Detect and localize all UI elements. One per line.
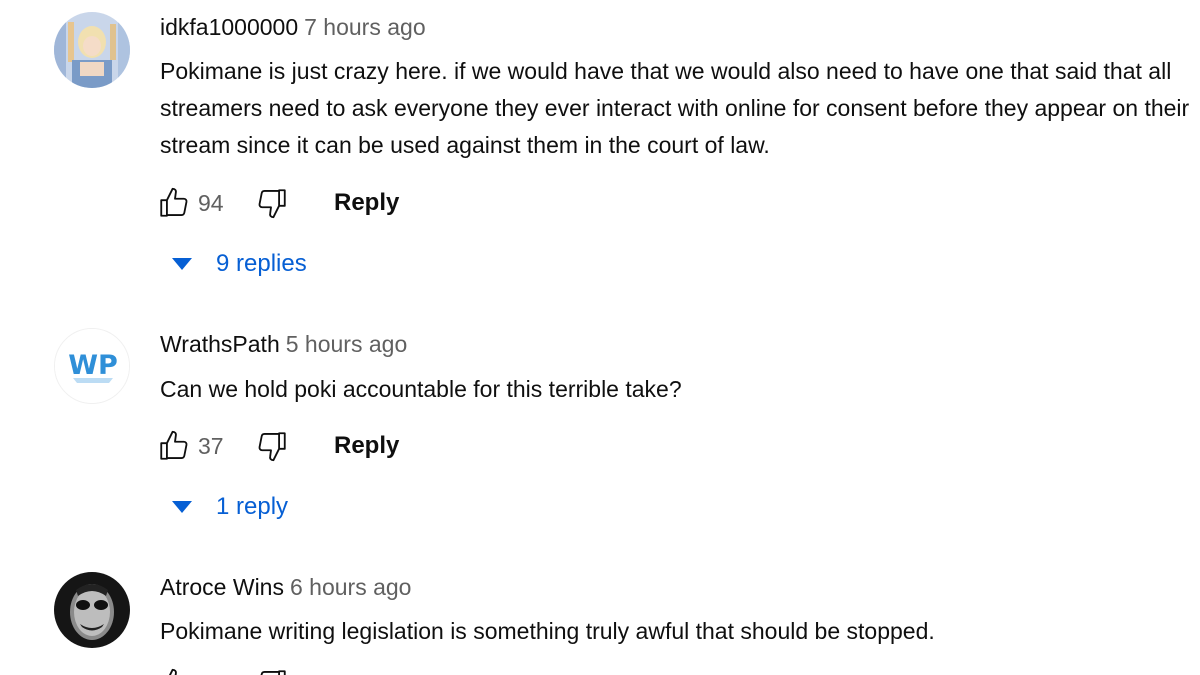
dark-face-avatar-icon [54, 572, 130, 648]
thumbs-down-icon[interactable] [252, 664, 292, 675]
comment-header: WrathsPath 5 hours ago [160, 331, 407, 358]
caret-down-icon [168, 497, 196, 517]
caret-down-icon [168, 254, 196, 274]
comment-actions [154, 664, 292, 675]
replies-count-label: 9 replies [216, 250, 307, 277]
timestamp[interactable]: 7 hours ago [304, 14, 425, 40]
timestamp[interactable]: 6 hours ago [290, 574, 411, 600]
thumbs-down-icon[interactable] [252, 426, 292, 466]
reply-button[interactable]: Reply [334, 189, 399, 217]
avatar[interactable]: WP [54, 328, 130, 404]
replies-count-label: 1 reply [216, 493, 289, 520]
comment-text: Pokimane writing legislation is somethin… [160, 618, 935, 644]
thumbs-up-icon[interactable] [154, 664, 194, 675]
comment-actions: 94 Reply [154, 181, 399, 225]
timestamp[interactable]: 5 hours ago [286, 331, 407, 357]
thumbs-down-icon[interactable] [252, 183, 292, 223]
author-name[interactable]: idkfa1000000 [160, 14, 298, 40]
comment-header: idkfa1000000 7 hours ago [160, 14, 426, 41]
pastel-character-avatar-icon [54, 12, 130, 88]
thumbs-up-icon[interactable] [154, 183, 194, 223]
avatar-logo-text: WP [68, 350, 118, 381]
comment-header: Atroce Wins 6 hours ago [160, 574, 411, 601]
like-count: 94 [198, 189, 224, 216]
avatar[interactable] [54, 12, 130, 88]
comment-thread: idkfa1000000 7 hours ago Pokimane is just… [0, 0, 1200, 675]
comment-text: Pokimane is just crazy here. if we would… [160, 58, 1190, 158]
reply-button[interactable]: Reply [334, 432, 399, 460]
author-name[interactable]: WrathsPath [160, 331, 280, 357]
thumbs-up-icon[interactable] [154, 426, 194, 466]
avatar[interactable] [54, 572, 130, 648]
view-replies-button[interactable]: 9 replies [168, 250, 307, 278]
author-name[interactable]: Atroce Wins [160, 574, 284, 600]
view-replies-button[interactable]: 1 reply [168, 493, 288, 521]
like-count: 37 [198, 432, 224, 459]
comment-text: Can we hold poki accountable for this te… [160, 376, 682, 402]
comment-actions: 37 Reply [154, 424, 399, 468]
wp-logo-avatar-icon: WP [55, 329, 129, 403]
